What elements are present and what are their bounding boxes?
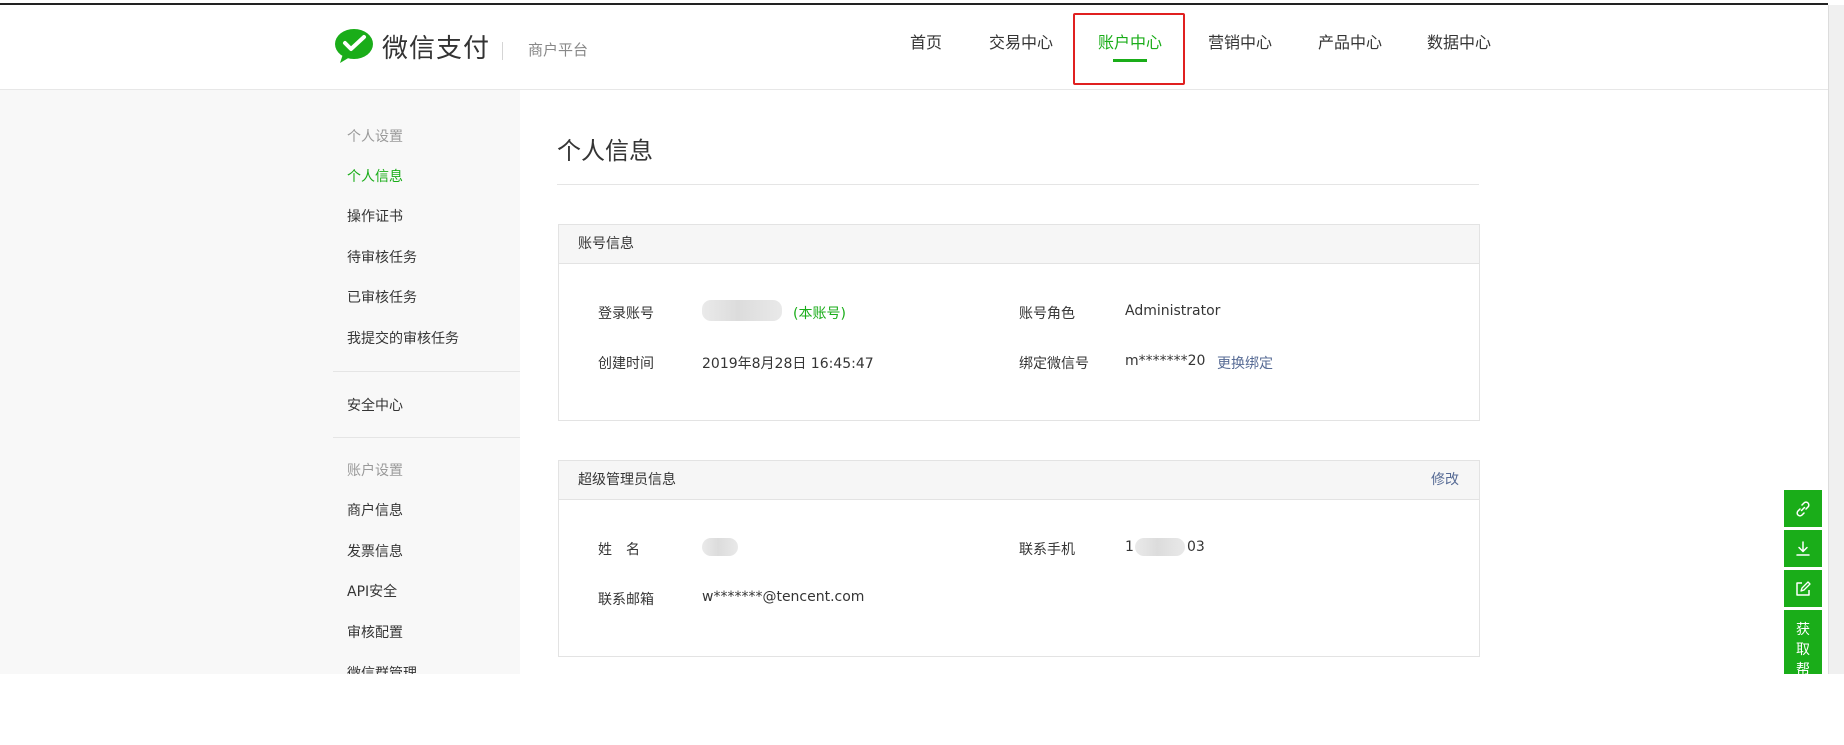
login-account-label: 登录账号 xyxy=(598,306,654,322)
admin-email-value: w*******@tencent.com xyxy=(702,589,865,605)
sidebar: 个人设置 个人信息 操作证书 待审核任务 已审核任务 我提交的审核任务 安全中心… xyxy=(0,90,520,674)
sidebar-group-personal: 个人设置 xyxy=(347,129,403,145)
account-role-value: Administrator xyxy=(1125,303,1221,319)
wechat-pay-logo-icon xyxy=(335,29,373,63)
edit-icon xyxy=(1796,580,1811,596)
sidebar-divider xyxy=(333,371,520,372)
title-divider xyxy=(557,184,1479,185)
admin-phone-prefix: 1 xyxy=(1125,539,1134,555)
link-button[interactable] xyxy=(1784,490,1822,527)
brand-name: 微信支付 xyxy=(382,33,491,64)
nav-products[interactable]: 产品中心 xyxy=(1318,1,1382,85)
nav-transactions[interactable]: 交易中心 xyxy=(989,1,1053,85)
floating-toolbar: 获取帮 xyxy=(1784,490,1822,674)
get-help-label: 获取帮 xyxy=(1796,622,1810,674)
admin-phone-label: 联系手机 xyxy=(1019,542,1075,558)
bound-wechat-value: m*******20 xyxy=(1125,353,1206,369)
header: 微信支付 商户平台 首页 交易中心 账户中心 营销中心 产品中心 数据中心 xyxy=(0,5,1828,90)
sidebar-item-personal-info[interactable]: 个人信息 xyxy=(347,166,403,186)
download-button[interactable] xyxy=(1784,530,1822,567)
bound-wechat-label: 绑定微信号 xyxy=(1019,356,1089,372)
nav-home[interactable]: 首页 xyxy=(910,1,942,85)
super-admin-heading: 超级管理员信息 xyxy=(578,472,676,488)
edit-button[interactable] xyxy=(1784,570,1822,607)
super-admin-heading-bar: 超级管理员信息 修改 xyxy=(559,461,1479,500)
sidebar-item-submitted-tasks[interactable]: 我提交的审核任务 xyxy=(347,328,459,348)
created-time-value: 2019年8月28日 16:45:47 xyxy=(702,356,874,372)
brand-separator xyxy=(502,42,503,60)
admin-email-label: 联系邮箱 xyxy=(598,592,654,608)
app-window: 微信支付 商户平台 首页 交易中心 账户中心 营销中心 产品中心 数据中心 个人… xyxy=(0,0,1844,674)
admin-phone-blurred xyxy=(1135,538,1185,556)
account-info-panel: 账号信息 登录账号 (本账号) 账号角色 Administrator 创建时间 … xyxy=(558,224,1480,421)
edit-admin-link[interactable]: 修改 xyxy=(1431,461,1459,499)
sidebar-group-account: 账户设置 xyxy=(347,463,403,479)
brand-logo[interactable]: 微信支付 商户平台 xyxy=(334,27,588,65)
account-info-heading: 账号信息 xyxy=(559,225,1479,264)
created-time-label: 创建时间 xyxy=(598,356,654,372)
sidebar-item-pending-tasks[interactable]: 待审核任务 xyxy=(347,247,417,267)
nav-marketing[interactable]: 营销中心 xyxy=(1208,1,1272,85)
sidebar-divider xyxy=(333,437,520,438)
get-help-button[interactable]: 获取帮 xyxy=(1784,610,1822,674)
page-title: 个人信息 xyxy=(557,137,653,165)
sidebar-item-api-security[interactable]: API安全 xyxy=(347,581,397,601)
sidebar-item-certificate[interactable]: 操作证书 xyxy=(347,206,403,226)
nav-data[interactable]: 数据中心 xyxy=(1427,1,1491,85)
login-account-note: (本账号) xyxy=(793,306,846,322)
sidebar-item-invoice-info[interactable]: 发票信息 xyxy=(347,541,403,561)
link-icon xyxy=(1796,500,1810,517)
sidebar-item-wechat-group[interactable]: 微信群管理 xyxy=(347,663,417,674)
sidebar-item-merchant-info[interactable]: 商户信息 xyxy=(347,500,403,520)
sidebar-item-reviewed-tasks[interactable]: 已审核任务 xyxy=(347,287,417,307)
vertical-scrollbar[interactable] xyxy=(1828,5,1844,674)
sidebar-item-security[interactable]: 安全中心 xyxy=(347,395,403,415)
admin-phone-suffix: 03 xyxy=(1187,539,1205,555)
super-admin-panel: 超级管理员信息 修改 姓 名 联系手机 1 03 联系邮箱 w*******@t… xyxy=(558,460,1480,657)
brand-subtitle: 商户平台 xyxy=(528,41,589,59)
account-role-label: 账号角色 xyxy=(1019,306,1075,322)
login-account-value-blurred xyxy=(702,300,782,321)
admin-name-label: 姓 名 xyxy=(598,542,640,558)
admin-name-value-blurred xyxy=(702,538,738,556)
change-binding-link[interactable]: 更换绑定 xyxy=(1217,353,1273,373)
nav-highlight-box xyxy=(1073,13,1185,85)
download-icon xyxy=(1796,540,1810,556)
sidebar-item-review-config[interactable]: 审核配置 xyxy=(347,622,403,642)
